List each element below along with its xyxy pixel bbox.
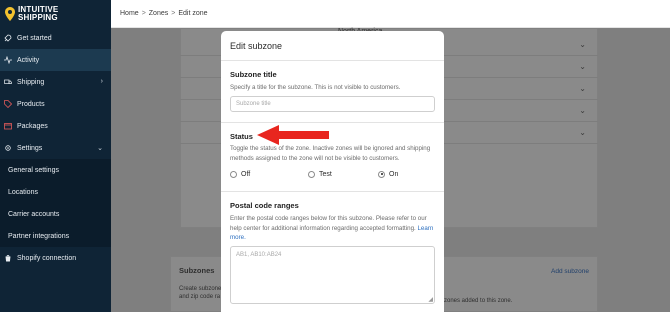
sidebar-item-settings[interactable]: Settings ⌄: [0, 137, 111, 159]
modal-title: Edit subzone: [221, 31, 444, 61]
subzone-title-input[interactable]: Subzone title: [230, 95, 435, 112]
sidebar-item-label: Products: [17, 100, 45, 108]
chevron-right-icon: ›: [100, 78, 103, 85]
red-arrow-annotation: [257, 125, 329, 145]
status-radio-on[interactable]: On: [378, 170, 399, 178]
breadcrumb-zones[interactable]: Zones: [149, 10, 168, 17]
sidebar-item-shopify-connection[interactable]: Shopify connection: [0, 247, 111, 269]
subzone-title-description: Specify a title for the subzone. This is…: [230, 84, 401, 91]
brand-name-line2: SHIPPING: [18, 12, 58, 22]
brand-logo[interactable]: INTUITIVE SHIPPING: [0, 0, 111, 27]
chevron-down-icon: ⌄: [579, 106, 586, 115]
sidebar: INTUITIVE SHIPPING Get started Activity …: [0, 0, 111, 312]
sidebar-item-partner-integrations[interactable]: Partner integrations: [0, 225, 111, 247]
postal-heading: Postal code ranges: [230, 201, 299, 210]
location-pin-icon: [5, 6, 15, 21]
sidebar-item-packages[interactable]: Packages: [0, 115, 111, 137]
sidebar-item-label: Carrier accounts: [8, 210, 60, 218]
sidebar-item-label: Get started: [17, 34, 52, 42]
sidebar-item-get-started[interactable]: Get started: [0, 27, 111, 49]
postal-section: Postal code ranges Enter the postal code…: [221, 192, 444, 304]
breadcrumb-separator: >: [141, 10, 146, 17]
status-description: Toggle the status of the zone. Inactive …: [230, 145, 431, 162]
radio-label: Test: [319, 170, 332, 178]
chevron-down-icon: ⌄: [579, 84, 586, 93]
postal-codes-textarea[interactable]: AB1, AB10:AB24 ◢: [230, 245, 435, 304]
sidebar-item-products[interactable]: Products: [0, 93, 111, 115]
settings-submenu: General settings Locations Carrier accou…: [0, 159, 111, 247]
status-radio-group: Off Test On: [230, 168, 435, 180]
postal-codes-placeholder: AB1, AB10:AB24: [236, 251, 282, 258]
postal-description: Enter the postal code ranges below for t…: [230, 214, 435, 243]
status-section: Status Toggle the status of the zone. In…: [221, 123, 444, 192]
sidebar-item-label: Locations: [8, 188, 38, 196]
breadcrumb-separator: >: [171, 10, 176, 17]
radio-circle: [230, 170, 237, 178]
tag-icon: [4, 100, 12, 108]
add-subzone-link[interactable]: Add subzone: [551, 268, 589, 275]
sidebar-item-carrier-accounts[interactable]: Carrier accounts: [0, 203, 111, 225]
sidebar-item-label: General settings: [8, 166, 59, 174]
zones-note: zones added to this zone.: [444, 298, 513, 304]
edit-subzone-modal: Edit subzone Subzone title Specify a tit…: [221, 31, 444, 312]
postal-description-text: Enter the postal code ranges below for t…: [230, 215, 427, 232]
sidebar-item-label: Activity: [17, 56, 40, 64]
sidebar-item-label: Shopify connection: [17, 254, 77, 262]
breadcrumb: Home > Zones > Edit zone: [111, 0, 670, 28]
subzones-title: Subzones: [179, 266, 215, 275]
chevron-down-icon: ⌄: [579, 62, 586, 71]
sidebar-item-label: Packages: [17, 122, 48, 130]
sidebar-item-activity[interactable]: Activity: [0, 49, 111, 71]
box-icon: [4, 122, 12, 130]
resize-handle-icon[interactable]: ◢: [428, 296, 433, 303]
sidebar-item-locations[interactable]: Locations: [0, 181, 111, 203]
chevron-down-icon: ⌄: [97, 145, 103, 152]
radio-label: Off: [241, 170, 251, 178]
sidebar-item-label: Shipping: [17, 78, 45, 86]
sidebar-item-general-settings[interactable]: General settings: [0, 159, 111, 181]
subzones-description: Create subzone: [179, 286, 222, 292]
radio-label: On: [389, 170, 399, 178]
subzone-title-heading: Subzone title: [230, 70, 277, 79]
gear-icon: [4, 144, 12, 152]
radio-circle: [308, 170, 315, 178]
chevron-down-icon: ⌄: [579, 40, 586, 49]
sidebar-item-label: Partner integrations: [8, 232, 70, 240]
activity-icon: [4, 56, 12, 64]
chevron-down-icon: ⌄: [579, 128, 586, 137]
breadcrumb-current: Edit zone: [178, 10, 208, 17]
truck-icon: [4, 78, 12, 86]
status-radio-off[interactable]: Off: [230, 170, 308, 178]
subzones-description: and zip code ra: [179, 294, 221, 300]
breadcrumb-home[interactable]: Home: [120, 10, 139, 17]
sidebar-item-shipping[interactable]: Shipping ›: [0, 71, 111, 93]
shopify-icon: [4, 254, 12, 262]
radio-circle-selected: [378, 170, 385, 178]
subzone-title-section: Subzone title Specify a title for the su…: [221, 61, 444, 123]
status-radio-test[interactable]: Test: [308, 170, 378, 178]
sidebar-item-label: Settings: [17, 144, 43, 152]
rocket-icon: [4, 34, 12, 42]
